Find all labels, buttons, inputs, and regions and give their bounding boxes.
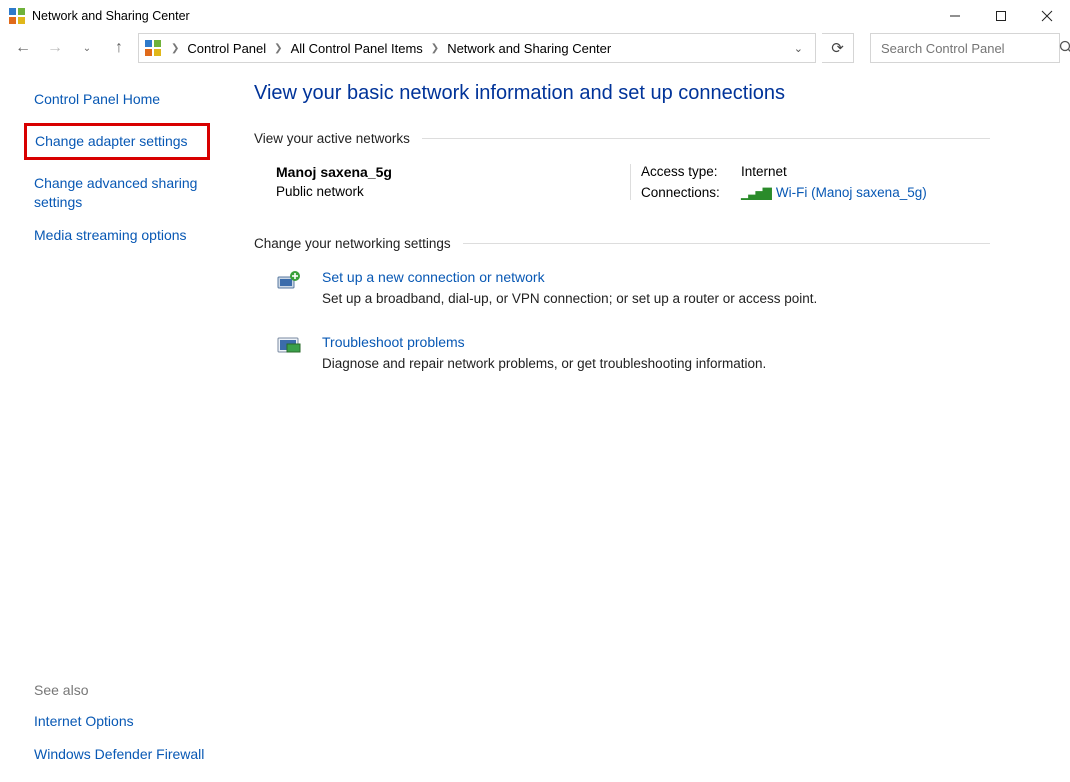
active-network-row: Manoj saxena_5g Public network Access ty…	[254, 164, 990, 200]
see-also-internet-options[interactable]: Internet Options	[34, 713, 134, 729]
sidebar-media-streaming-options[interactable]: Media streaming options	[34, 227, 187, 243]
address-dropdown-button[interactable]: ⌄	[786, 42, 811, 55]
search-box[interactable]	[870, 33, 1060, 63]
minimize-button[interactable]	[932, 0, 978, 32]
forward-button[interactable]: →	[42, 35, 68, 61]
see-also-windows-defender-firewall[interactable]: Windows Defender Firewall	[34, 746, 204, 762]
setup-connection-icon	[276, 269, 302, 295]
connection-link[interactable]: Wi-Fi (Manoj saxena_5g)	[776, 185, 927, 200]
wifi-signal-icon: ▁▃▅▇	[741, 186, 770, 200]
highlight-box: Change adapter settings	[24, 123, 210, 160]
network-profile: Public network	[276, 184, 606, 199]
sidebar-control-panel-home[interactable]: Control Panel Home	[34, 91, 160, 107]
back-button[interactable]: ←	[10, 35, 36, 61]
refresh-button[interactable]: ⟳	[822, 33, 854, 63]
network-name: Manoj saxena_5g	[276, 164, 606, 180]
search-input[interactable]	[879, 40, 1059, 57]
search-icon[interactable]	[1059, 40, 1070, 57]
close-button[interactable]	[1024, 0, 1070, 32]
side-panel: Control Panel Home Change adapter settin…	[0, 68, 250, 782]
settings-item-title: Set up a new connection or network	[322, 269, 817, 285]
window-controls	[932, 0, 1070, 32]
access-type-value: Internet	[741, 164, 990, 179]
settings-item-setup-connection[interactable]: Set up a new connection or network Set u…	[276, 269, 990, 306]
settings-item-troubleshoot[interactable]: Troubleshoot problems Diagnose and repai…	[276, 334, 990, 371]
page-title: View your basic network information and …	[254, 82, 990, 105]
app-icon	[8, 7, 26, 25]
troubleshoot-icon	[276, 334, 302, 360]
window-title: Network and Sharing Center	[32, 9, 190, 23]
up-button[interactable]: ↑	[106, 35, 132, 61]
main-content: View your basic network information and …	[250, 68, 1070, 782]
breadcrumb-item[interactable]: Network and Sharing Center	[447, 41, 611, 56]
chevron-right-icon[interactable]: ❯	[167, 43, 183, 54]
address-bar[interactable]: ❯ Control Panel ❯ All Control Panel Item…	[138, 33, 816, 63]
address-row: ← → ⌄ ↑ ❯ Control Panel ❯ All Control Pa…	[0, 32, 1070, 68]
recent-locations-button[interactable]: ⌄	[74, 35, 100, 61]
settings-item-title: Troubleshoot problems	[322, 334, 766, 350]
connections-label: Connections:	[641, 185, 741, 200]
chevron-right-icon[interactable]: ❯	[427, 43, 443, 54]
breadcrumb-item[interactable]: All Control Panel Items	[291, 41, 423, 56]
breadcrumb-item[interactable]: Control Panel	[187, 41, 266, 56]
settings-item-desc: Diagnose and repair network problems, or…	[322, 356, 766, 371]
change-settings-section-title: Change your networking settings	[254, 236, 990, 251]
title-bar: Network and Sharing Center	[0, 0, 1070, 32]
location-icon	[143, 38, 163, 58]
maximize-button[interactable]	[978, 0, 1024, 32]
settings-item-desc: Set up a broadband, dial-up, or VPN conn…	[322, 291, 817, 306]
active-networks-section-title: View your active networks	[254, 131, 990, 146]
sidebar-change-advanced-sharing[interactable]: Change advanced sharing settings	[34, 175, 197, 210]
sidebar-change-adapter-settings[interactable]: Change adapter settings	[35, 133, 188, 149]
chevron-right-icon[interactable]: ❯	[270, 43, 286, 54]
see-also-heading: See also	[34, 682, 240, 698]
access-type-label: Access type:	[641, 164, 741, 179]
